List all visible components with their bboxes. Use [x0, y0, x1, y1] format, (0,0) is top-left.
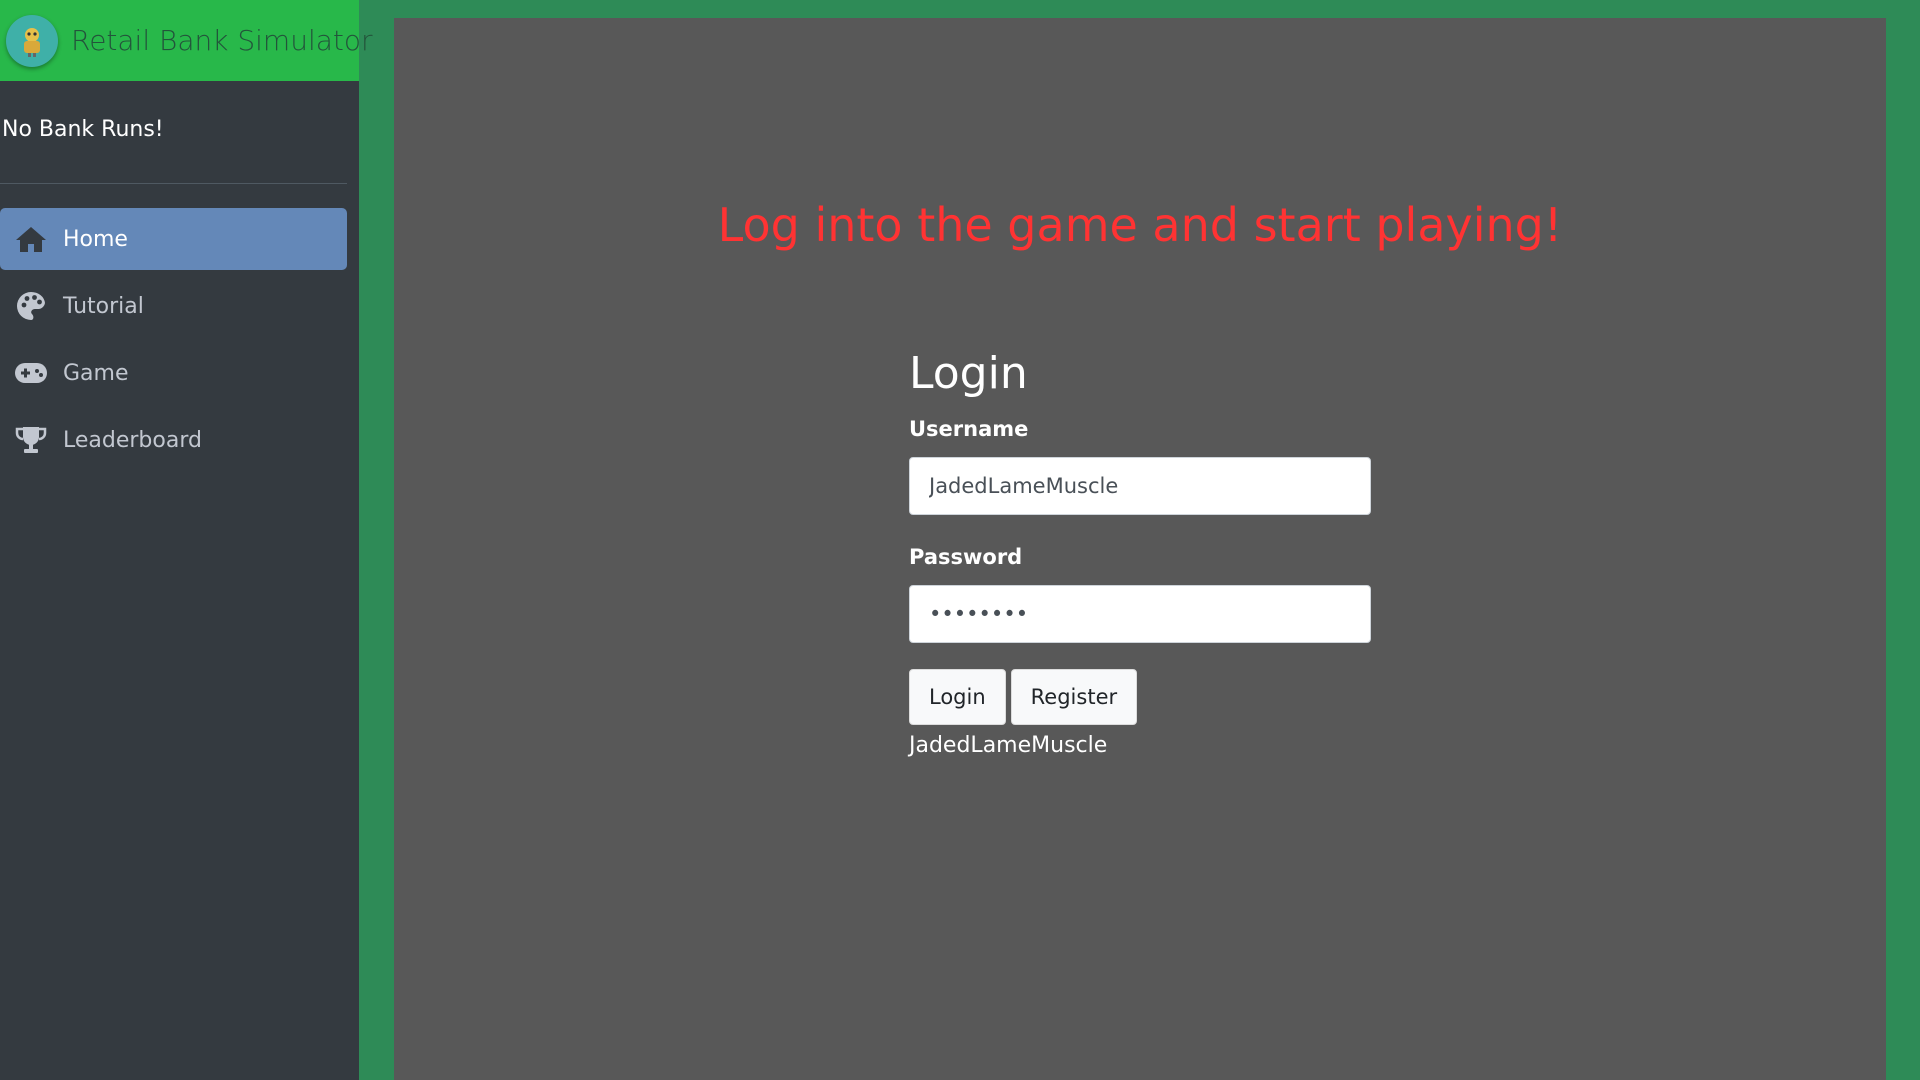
sidebar-item-label: Leaderboard [63, 427, 202, 453]
register-button[interactable]: Register [1010, 669, 1138, 725]
tagline: No Bank Runs! [2, 117, 164, 142]
username-input[interactable] [909, 457, 1371, 515]
home-icon [14, 222, 48, 256]
sidebar-divider [0, 183, 347, 184]
trophy-icon [14, 423, 48, 457]
brand-link[interactable]: Retail Bank Simulator [0, 0, 373, 81]
login-button[interactable]: Login [909, 669, 1006, 725]
brand-title: Retail Bank Simulator [71, 24, 373, 57]
bank-mascot-icon [6, 14, 58, 67]
main-panel: Log into the game and start playing! Log… [394, 18, 1886, 1080]
sidebar-item-label: Game [63, 360, 129, 386]
gamepad-icon [14, 356, 48, 390]
sidebar-item-label: Home [63, 226, 128, 252]
sidebar-item-tutorial[interactable]: Tutorial [0, 275, 347, 337]
current-username-text: JadedLameMuscle [909, 733, 1108, 758]
username-label: Username [909, 417, 1029, 441]
sidebar-item-label: Tutorial [63, 293, 144, 319]
sidebar-item-leaderboard[interactable]: Leaderboard [0, 409, 347, 471]
login-form: Login Username Password Login Register J… [909, 348, 1371, 758]
sidebar-item-game[interactable]: Game [0, 342, 347, 404]
page-headline: Log into the game and start playing! [717, 198, 1563, 252]
login-title: Login [909, 348, 1028, 399]
password-input[interactable] [909, 585, 1371, 643]
password-label: Password [909, 545, 1023, 569]
palette-icon [14, 289, 48, 323]
button-row: Login Register [909, 669, 1371, 725]
sidebar-item-home[interactable]: Home [0, 208, 347, 270]
sidebar: Retail Bank Simulator No Bank Runs! Home… [0, 0, 373, 1080]
